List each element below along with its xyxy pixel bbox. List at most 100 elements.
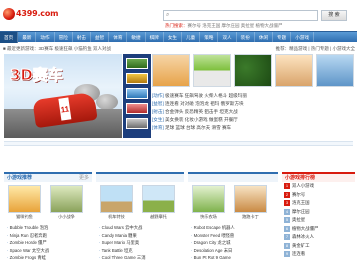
- nav-item[interactable]: 冒险: [55, 32, 73, 43]
- rank-item[interactable]: 2 赛尔号: [282, 191, 355, 200]
- game-card[interactable]: 跑跑卡丁: [234, 185, 267, 222]
- logo-ball-icon: [3, 8, 15, 20]
- news-text[interactable]: 极速赛车 狂飙驾驶 火柴人格斗 超级玛丽: [165, 93, 247, 98]
- nav-item[interactable]: 射击: [73, 32, 92, 43]
- game-card[interactable]: 小小战争: [50, 185, 83, 222]
- divider: [4, 141, 353, 146]
- news-category[interactable]: [动作]: [152, 93, 164, 98]
- search-input[interactable]: ⌕: [163, 10, 318, 21]
- hot-terms[interactable]: 赛尔号 洛克王国 摩尔庄园 奥拉星 植物大战僵尸: [188, 23, 283, 28]
- hero-thumb[interactable]: [126, 88, 148, 99]
- nav-item[interactable]: 专题: [273, 32, 292, 43]
- rank-item[interactable]: 6 植物大战僵尸: [282, 225, 355, 234]
- hero-banner[interactable]: 3D赛车 11: [4, 54, 122, 138]
- rank-item[interactable]: 8 黄金矿工: [282, 242, 355, 251]
- nav-item[interactable]: 体育: [109, 32, 128, 43]
- game-card[interactable]: 快乐农场: [192, 185, 225, 222]
- hero-thumb[interactable]: [126, 118, 148, 129]
- game-caption[interactable]: 越野摩托: [142, 214, 175, 220]
- nav-item[interactable]: 益智: [91, 32, 110, 43]
- game-thumbnail[interactable]: [234, 185, 267, 213]
- more-link[interactable]: 更多: [79, 174, 92, 182]
- hero-thumb[interactable]: [126, 103, 148, 114]
- list-item[interactable]: · Bubble Trouble 泡泡: [7, 224, 92, 232]
- news-text[interactable]: 连连看 对对碰 泡泡龙 祖玛 俄罗斯方块: [165, 101, 244, 106]
- nav-item[interactable]: 动作: [36, 32, 55, 43]
- featured-game-tile[interactable]: [275, 54, 313, 87]
- search-icon: ⌕: [166, 12, 170, 18]
- list-item[interactable]: · Candy Mania 糖果: [99, 232, 184, 240]
- list-item[interactable]: · Tank Battle 坦克: [99, 247, 184, 255]
- nav-item[interactable]: 装扮: [237, 32, 255, 43]
- news-row[interactable]: [动作] 极速赛车 狂飙驾驶 火柴人格斗 超级玛丽: [152, 92, 355, 100]
- section-header: 小游戏推荐 更多: [4, 174, 92, 182]
- list-item[interactable]: · Cloud Wars 云中大战: [99, 224, 184, 232]
- rank-item[interactable]: 9 连连看: [282, 250, 355, 259]
- game-card[interactable]: 机车特技: [100, 185, 133, 222]
- list-item[interactable]: · Robot Escape 机器人: [191, 224, 278, 232]
- nav-item[interactable]: 首页: [0, 32, 19, 43]
- nav-item[interactable]: 儿童: [182, 32, 201, 43]
- game-caption[interactable]: 快乐农场: [192, 214, 225, 220]
- nav-item[interactable]: 休闲: [255, 32, 274, 43]
- nav-item[interactable]: 敏捷: [127, 32, 146, 43]
- update-bar[interactable]: ■ 最近更新游戏：3D赛车 极速狂飙 小猫钓鱼 双人对战: [3, 46, 203, 53]
- game-thumbnail[interactable]: [142, 185, 175, 213]
- news-category[interactable]: [体育]: [152, 125, 164, 130]
- news-text[interactable]: 合金弹头 反恐精英 狙击手 坦克大战: [165, 109, 238, 114]
- game-caption[interactable]: 跑跑卡丁: [234, 214, 267, 220]
- rank-item[interactable]: 3 洛克王国: [282, 199, 355, 208]
- game-caption[interactable]: 机车特技: [100, 214, 133, 220]
- news-text[interactable]: 美女换装 化妆小游戏 做蛋糕 开餐厅: [165, 117, 238, 122]
- nav-item[interactable]: 策略: [200, 32, 219, 43]
- rank-item[interactable]: 7 森林冰火人: [282, 233, 355, 242]
- news-category[interactable]: [女生]: [152, 117, 164, 122]
- list-item[interactable]: · Monster Feed 喂怪兽: [191, 232, 278, 240]
- news-row[interactable]: [女生] 美女换装 化妆小游戏 做蛋糕 开餐厅: [152, 116, 355, 124]
- list-item[interactable]: · Bun Pt Rot 9 Game: [191, 254, 278, 262]
- news-text[interactable]: 足球 篮球 台球 高尔夫 滑雪 赛车: [165, 125, 231, 130]
- hero-thumb[interactable]: [126, 73, 148, 84]
- main-nav: 首页 最新 动作 冒险 射击 益智 体育 敏捷 棋牌 女生 儿童 策略 双人 装…: [0, 31, 357, 43]
- list-item[interactable]: · Zombie Frogs 青蛙: [7, 254, 92, 262]
- nav-item[interactable]: 小游戏: [291, 32, 315, 43]
- rank-item[interactable]: 4 摩尔庄园: [282, 208, 355, 217]
- game-caption[interactable]: 小小战争: [50, 214, 83, 220]
- site-logo[interactable]: 4399.com: [3, 7, 58, 21]
- nav-item[interactable]: 最新: [18, 32, 37, 43]
- nav-item[interactable]: 女生: [164, 32, 183, 43]
- hero-thumb[interactable]: [126, 58, 148, 69]
- game-thumbnail[interactable]: [100, 185, 133, 213]
- rock-decoration: [96, 94, 118, 110]
- search-button[interactable]: 搜 索: [321, 10, 347, 21]
- game-thumbnail[interactable]: [192, 185, 225, 213]
- rank-title: 小游戏排行榜: [282, 174, 355, 182]
- list-item[interactable]: · Desolation Age 末日: [191, 247, 278, 255]
- list-item[interactable]: · Zombie Horde 僵尸: [7, 239, 92, 247]
- game-card[interactable]: 猫咪钓鱼: [8, 185, 41, 222]
- hot-searches: 热门搜索：赛尔号 洛克王国 摩尔庄园 奥拉星 植物大战僵尸: [165, 23, 355, 29]
- list-item[interactable]: · Cool Three Game 三消: [99, 254, 184, 262]
- list-item[interactable]: · Dragon City 龙之城: [191, 239, 278, 247]
- feature-bar[interactable]: 推荐：精品游戏 | 热门专题 | 小游戏大全: [200, 46, 355, 53]
- news-row[interactable]: [射击] 合金弹头 反恐精英 狙击手 坦克大战: [152, 108, 355, 116]
- featured-game-tile[interactable]: [316, 54, 354, 87]
- news-category[interactable]: [射击]: [152, 109, 164, 114]
- game-thumbnail[interactable]: [8, 185, 41, 213]
- game-card[interactable]: 越野摩托: [142, 185, 175, 222]
- rank-item[interactable]: 1 双人小游戏: [282, 182, 355, 191]
- nav-item[interactable]: 双人: [218, 32, 237, 43]
- game-thumbnail[interactable]: [50, 185, 83, 213]
- featured-game-tile[interactable]: [152, 54, 190, 87]
- list-item[interactable]: · Super Mario 马里奥: [99, 239, 184, 247]
- featured-game-tile[interactable]: [193, 54, 231, 87]
- rank-item[interactable]: 5 奥拉星: [282, 216, 355, 225]
- list-item[interactable]: · Space War 太空大战: [7, 247, 92, 255]
- list-item[interactable]: · Ninja Run 忍者奔跑: [7, 232, 92, 240]
- news-category[interactable]: [益智]: [152, 101, 164, 106]
- game-caption[interactable]: 猫咪钓鱼: [8, 214, 41, 220]
- featured-game-tile[interactable]: [234, 54, 272, 87]
- news-row[interactable]: [益智] 连连看 对对碰 泡泡龙 祖玛 俄罗斯方块: [152, 100, 355, 108]
- news-row[interactable]: [体育] 足球 篮球 台球 高尔夫 滑雪 赛车: [152, 124, 355, 132]
- nav-item[interactable]: 棋牌: [146, 32, 164, 43]
